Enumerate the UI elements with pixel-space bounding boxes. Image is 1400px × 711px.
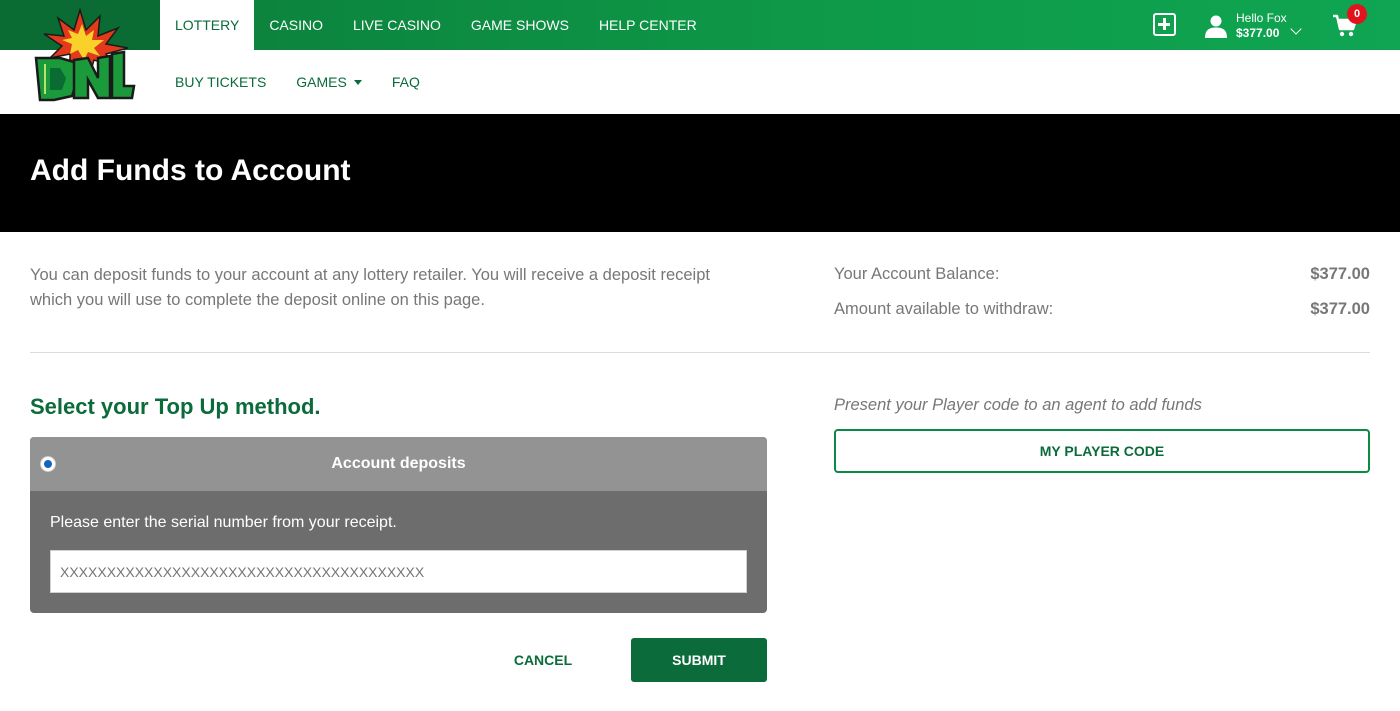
my-player-code-button[interactable]: MY PLAYER CODE xyxy=(834,429,1370,473)
account-deposits-radio[interactable] xyxy=(40,456,56,472)
page-title: Add Funds to Account xyxy=(30,154,351,187)
section-divider xyxy=(30,352,1370,353)
sub-nav: BUY TICKETS GAMES FAQ xyxy=(160,50,435,114)
dnl-logo[interactable] xyxy=(28,8,138,104)
caret-down-icon xyxy=(353,79,362,85)
user-greeting: Hello Fox xyxy=(1236,11,1287,25)
serial-number-input[interactable] xyxy=(50,550,747,593)
account-deposits-panel: Account deposits Please enter the serial… xyxy=(30,437,767,613)
nav-lottery[interactable]: LOTTERY xyxy=(160,0,255,50)
subnav-games-dropdown[interactable]: GAMES xyxy=(281,74,377,90)
submit-button[interactable]: SUBMIT xyxy=(631,638,767,682)
user-menu[interactable]: Hello Fox $377.00 xyxy=(1204,9,1287,43)
user-balance: $377.00 xyxy=(1236,26,1280,40)
account-balance-label: Your Account Balance: xyxy=(834,265,1000,283)
nav-casino[interactable]: CASINO xyxy=(254,0,338,50)
cart-count-badge: 0 xyxy=(1347,4,1367,24)
main-nav: LOTTERY CASINO LIVE CASINO GAME SHOWS HE… xyxy=(160,0,712,50)
account-balance-row: Your Account Balance: $377.00 xyxy=(834,265,1370,284)
serial-instruction: Please enter the serial number from your… xyxy=(50,514,397,531)
user-icon xyxy=(1205,15,1227,38)
subnav-games-label: GAMES xyxy=(296,74,347,90)
nav-game-shows[interactable]: GAME SHOWS xyxy=(456,0,584,50)
account-deposits-header[interactable]: Account deposits xyxy=(30,437,767,491)
topup-title: Select your Top Up method. xyxy=(30,394,321,419)
cancel-button[interactable]: CANCEL xyxy=(496,638,590,682)
intro-text: You can deposit funds to your account at… xyxy=(30,266,710,309)
user-info: Hello Fox $377.00 xyxy=(1236,11,1287,41)
withdraw-label: Amount available to withdraw: xyxy=(834,300,1054,318)
nav-help-center[interactable]: HELP CENTER xyxy=(584,0,712,50)
page-banner: Add Funds to Account xyxy=(0,114,1400,232)
nav-live-casino[interactable]: LIVE CASINO xyxy=(338,0,456,50)
player-code-hint: Present your Player code to an agent to … xyxy=(834,396,1202,414)
account-deposits-label: Account deposits xyxy=(331,455,466,472)
account-balance-value: $377.00 xyxy=(1310,265,1370,283)
withdraw-value: $377.00 xyxy=(1310,300,1370,318)
subnav-buy-tickets[interactable]: BUY TICKETS xyxy=(160,74,281,90)
withdraw-row: Amount available to withdraw: $377.00 xyxy=(834,300,1370,319)
subnav-faq[interactable]: FAQ xyxy=(377,74,435,90)
add-funds-icon[interactable] xyxy=(1153,13,1176,36)
